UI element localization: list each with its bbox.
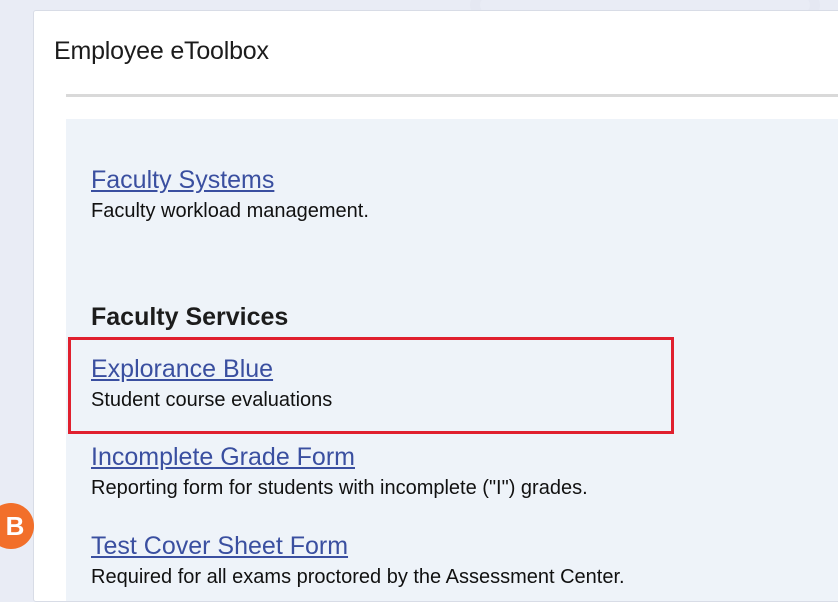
incomplete-grade-form-description: Reporting form for students with incompl… [91, 477, 588, 499]
test-cover-sheet-form-description: Required for all exams proctored by the … [91, 566, 625, 588]
step-b-badge: B [0, 503, 34, 549]
faculty-services-heading: Faculty Services [91, 303, 289, 331]
test-cover-sheet-form-link[interactable]: Test Cover Sheet Form [91, 531, 625, 561]
explorance-blue-highlight [68, 337, 674, 434]
incomplete-grade-form-link[interactable]: Incomplete Grade Form [91, 442, 588, 472]
incomplete-grade-form-entry: Incomplete Grade Form Reporting form for… [91, 442, 588, 501]
panel-title: Employee eToolbox [54, 37, 269, 65]
test-cover-sheet-form-entry: Test Cover Sheet Form Required for all e… [91, 531, 625, 590]
faculty-systems-entry: Faculty Systems Faculty workload managem… [91, 165, 369, 224]
faculty-systems-description: Faculty workload management. [91, 200, 369, 222]
etoolbox-panel: Employee eToolbox Faculty Systems Facult… [33, 10, 838, 602]
faculty-systems-link[interactable]: Faculty Systems [91, 165, 369, 195]
title-divider [66, 94, 838, 97]
